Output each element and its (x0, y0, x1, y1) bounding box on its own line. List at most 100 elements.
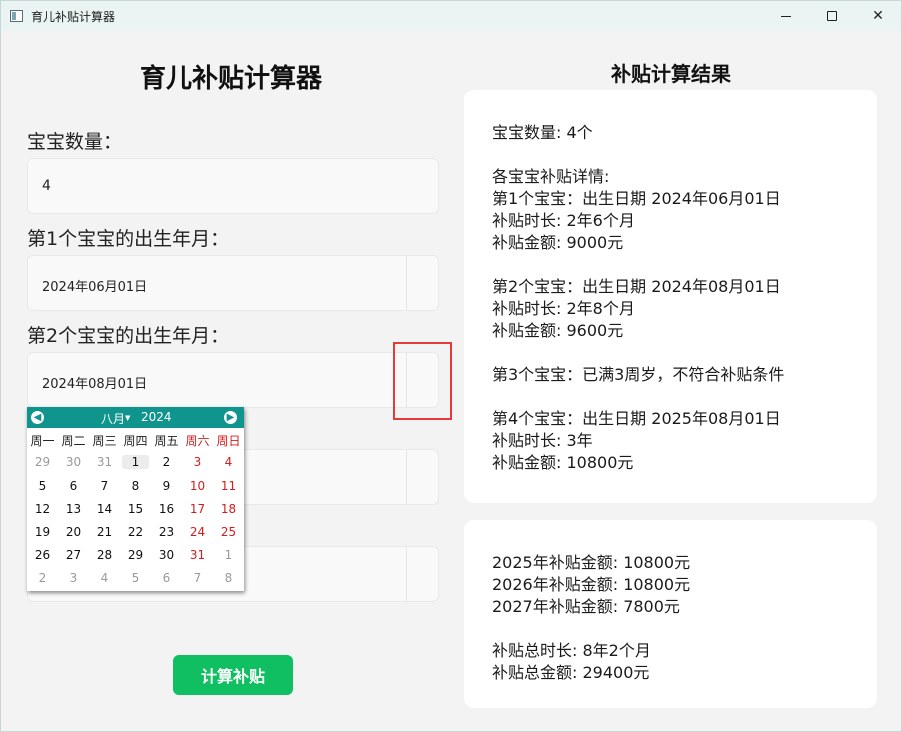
result-summary-card: 2025年补贴金额: 10800元 2026年补贴金额: 10800元 2027年补… (464, 520, 877, 708)
app-icon (10, 10, 23, 22)
result-line: 2027年补贴金额: 7800元 (492, 597, 680, 616)
calendar-day[interactable]: 5 (120, 571, 151, 585)
baby2-birth-date-value: 2024年08月01日 (42, 377, 148, 392)
calendar-day[interactable]: 30 (58, 455, 89, 469)
result-line: 2026年补贴金额: 10800元 (492, 575, 691, 594)
calendar-day[interactable]: 19 (27, 525, 58, 539)
baby-count-input[interactable]: 4 (27, 158, 439, 214)
window-title: 育儿补贴计算器 (31, 10, 116, 24)
calendar-day[interactable]: 20 (58, 525, 89, 539)
calendar-day[interactable]: 2 (151, 455, 182, 469)
calendar-day[interactable]: 21 (89, 525, 120, 539)
baby3-date-dropdown-button[interactable] (406, 450, 438, 504)
close-icon: ✕ (872, 8, 884, 24)
result-line: 补贴金额: 10800元 (492, 453, 634, 472)
calendar-day[interactable]: 31 (182, 548, 213, 562)
calendar-weekday: 周三 (92, 434, 117, 448)
calendar-day[interactable]: 9 (151, 479, 182, 493)
calendar-day[interactable]: 1 (122, 455, 149, 469)
result-line: 第1个宝宝：出生日期 2024年06月01日 (492, 189, 781, 208)
calendar-day[interactable]: 18 (213, 502, 244, 516)
calendar-day[interactable]: 3 (182, 455, 213, 469)
baby1-birth-label: 第1个宝宝的出生年月： (27, 228, 230, 250)
chevron-down-icon[interactable]: ▼ (125, 414, 130, 422)
form-title: 育儿补贴计算器 (139, 64, 322, 94)
calendar-day[interactable]: 2 (27, 571, 58, 585)
baby1-birth-date-value: 2024年06月01日 (42, 280, 148, 295)
baby2-birth-date-input[interactable]: 2024年08月01日 (27, 352, 439, 408)
result-line: 第4个宝宝：出生日期 2025年08月01日 (492, 409, 781, 428)
result-line: 第2个宝宝：出生日期 2024年08月01日 (492, 277, 781, 296)
calendar-day[interactable]: 29 (27, 455, 58, 469)
maximize-icon (827, 11, 837, 21)
calculate-button[interactable]: 计算补贴 (173, 655, 293, 695)
result-line: 各宝宝补贴详情: (492, 167, 610, 186)
calendar-year[interactable]: 2024 (141, 410, 172, 424)
calendar-day[interactable]: 14 (89, 502, 120, 516)
calendar-day[interactable]: 16 (151, 502, 182, 516)
result-line: 补贴金额: 9600元 (492, 321, 624, 340)
baby1-date-dropdown-button[interactable] (406, 256, 438, 310)
calendar-day[interactable]: 27 (58, 548, 89, 562)
result-line: 补贴时长: 2年8个月 (492, 299, 635, 318)
calendar-day[interactable]: 26 (27, 548, 58, 562)
highlight-box (393, 342, 452, 420)
calendar-popup[interactable]: ◀ 八月 ▼ 2024 ▶ 周一 周二 周三 周四 周五 周六 周日 29 30 31 1 2 3 4 5 6… (27, 407, 244, 591)
calendar-day[interactable]: 4 (89, 571, 120, 585)
title-bar: 育儿补贴计算器 ✕ (1, 1, 901, 31)
calendar-day[interactable]: 30 (151, 548, 182, 562)
result-line: 2025年补贴金额: 10800元 (492, 553, 691, 572)
result-line: 第3个宝宝：已满3周岁，不符合补贴条件 (492, 365, 785, 384)
baby-count-value: 4 (42, 178, 51, 194)
calendar-day[interactable]: 24 (182, 525, 213, 539)
app-window: 育儿补贴计算器 ✕ 育儿补贴计算器 宝宝数量： 4 第1个宝宝的出生年月： 20… (0, 0, 902, 732)
calendar-day[interactable]: 12 (27, 502, 58, 516)
calendar-day[interactable]: 25 (213, 525, 244, 539)
calendar-day[interactable]: 17 (182, 502, 213, 516)
arrow-left-icon[interactable]: ◀ (31, 411, 44, 424)
calendar-day[interactable]: 23 (151, 525, 182, 539)
calendar-day[interactable]: 10 (182, 479, 213, 493)
baby-count-label: 宝宝数量： (27, 131, 123, 153)
minimize-button[interactable] (763, 1, 809, 31)
calendar-day[interactable]: 6 (58, 479, 89, 493)
calendar-day[interactable]: 7 (182, 571, 213, 585)
calendar-day[interactable]: 6 (151, 571, 182, 585)
maximize-button[interactable] (809, 1, 855, 31)
arrow-right-icon[interactable]: ▶ (224, 411, 237, 424)
calendar-month[interactable]: 八月 (101, 410, 125, 427)
calendar-day[interactable]: 7 (89, 479, 120, 493)
minimize-icon (781, 15, 791, 17)
calendar-day[interactable]: 11 (213, 479, 244, 493)
result-line: 宝宝数量: 4个 (492, 123, 593, 142)
calendar-day[interactable]: 8 (213, 571, 244, 585)
calendar-weekday: 周六 (185, 434, 210, 448)
calendar-day[interactable]: 29 (120, 548, 151, 562)
baby1-birth-date-input[interactable]: 2024年06月01日 (27, 255, 439, 311)
result-details-card: 宝宝数量: 4个 各宝宝补贴详情: 第1个宝宝：出生日期 2024年06月01日 补贴… (464, 90, 877, 503)
result-line: 补贴时长: 2年6个月 (492, 211, 635, 230)
calendar-weekday: 周二 (61, 434, 86, 448)
calendar-weekday: 周四 (123, 434, 148, 448)
result-title: 补贴计算结果 (611, 62, 731, 86)
calendar-day[interactable]: 1 (213, 548, 244, 562)
baby4-date-dropdown-button[interactable] (406, 547, 438, 601)
baby2-birth-label: 第2个宝宝的出生年月： (27, 325, 230, 347)
calendar-day[interactable]: 15 (120, 502, 151, 516)
calendar-weekday: 周一 (30, 434, 55, 448)
calendar-day[interactable]: 3 (58, 571, 89, 585)
result-line: 补贴金额: 9000元 (492, 233, 624, 252)
result-line: 补贴时长: 3年 (492, 431, 593, 450)
calendar-day[interactable]: 4 (213, 455, 244, 469)
calendar-day[interactable]: 22 (120, 525, 151, 539)
calendar-header: ◀ 八月 ▼ 2024 ▶ (27, 407, 244, 428)
calendar-weekday: 周日 (216, 434, 241, 448)
result-line: 补贴总金额: 29400元 (492, 663, 650, 682)
calendar-day[interactable]: 28 (89, 548, 120, 562)
calendar-day[interactable]: 8 (120, 479, 151, 493)
close-button[interactable]: ✕ (855, 1, 901, 31)
calendar-day[interactable]: 13 (58, 502, 89, 516)
calendar-day[interactable]: 5 (27, 479, 58, 493)
calendar-day[interactable]: 31 (89, 455, 120, 469)
calendar-weekday: 周五 (154, 434, 179, 448)
